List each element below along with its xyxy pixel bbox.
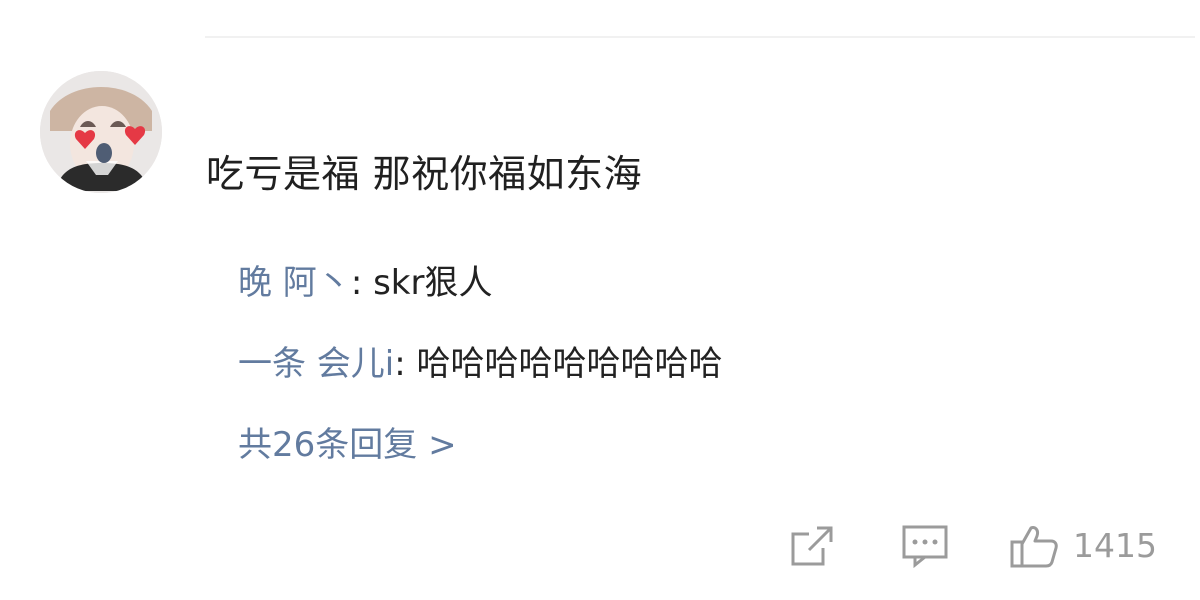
avatar[interactable] [40,71,162,193]
avatar-image [40,71,162,193]
reply-item[interactable]: 一条 会儿i: 哈哈哈哈哈哈哈哈哈 [238,340,723,388]
reply-text: : skr狠人 [350,263,493,303]
like-button[interactable]: 1415 [1009,522,1157,570]
comment-text: 吃亏是福 那祝你福如东海 [206,152,643,196]
reply-text: : 哈哈哈哈哈哈哈哈哈 [394,344,723,384]
comment-icon [902,525,948,568]
like-count: 1415 [1073,526,1157,565]
reply-username[interactable]: 一条 会儿i [238,344,394,384]
reply-username[interactable]: 晚 阿丶 [238,263,351,303]
view-all-replies-link[interactable]: 共26条回复 > [238,421,723,469]
reply-item[interactable]: 晚 阿丶: skr狠人 [238,259,723,307]
reply-preview-list[interactable]: 晚 阿丶: skr狠人 一条 会儿i: 哈哈哈哈哈哈哈哈哈 共26条回复 > [238,259,723,469]
like-icon [1010,526,1058,568]
top-divider [205,36,1195,38]
comment-button[interactable] [901,522,949,570]
share-icon [791,526,833,566]
share-button[interactable] [789,522,835,570]
